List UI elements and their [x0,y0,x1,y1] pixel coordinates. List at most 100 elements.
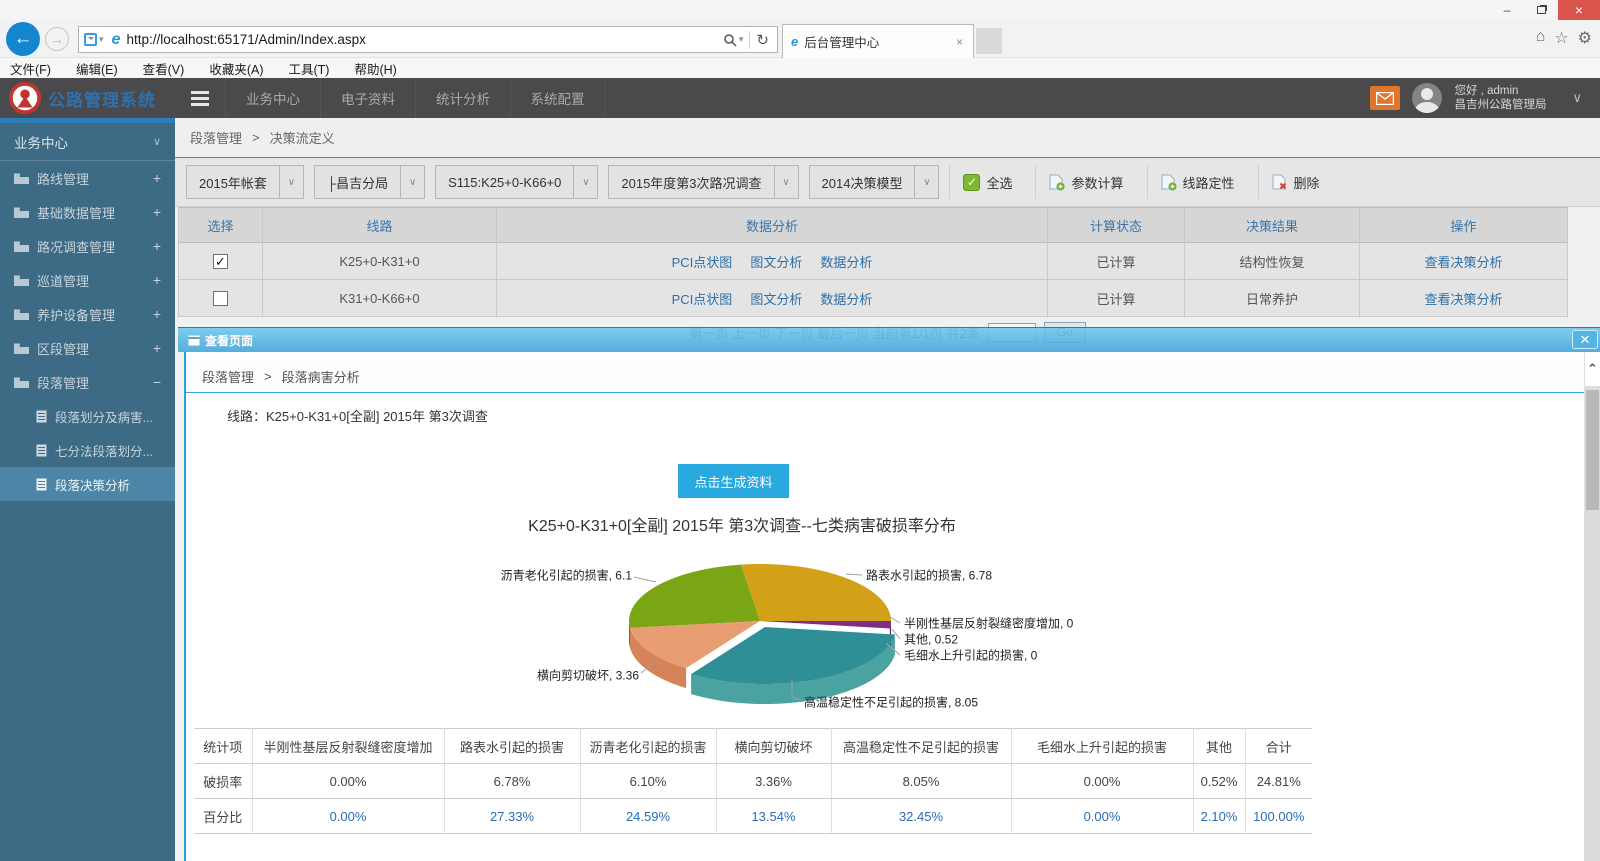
breadcrumb-current: 决策流定义 [270,128,335,147]
sidebar-item-road-survey-mgmt[interactable]: 路况调查管理+ [0,229,175,263]
pci-dot-map-link[interactable]: PCI点状图 [672,252,733,271]
expand-plus-icon[interactable]: + [153,170,161,186]
menu-view[interactable]: 查看(V) [143,59,185,78]
page-add-icon [1049,174,1065,191]
expand-plus-icon[interactable]: + [153,340,161,356]
window-restore-button[interactable] [1524,0,1558,20]
sidebar-subitem-seven-method-division[interactable]: 七分法段落划分... [0,433,175,467]
pie-label-transverse-shear: 横向剪切破坏, 3.36 [537,667,639,684]
modal-close-button[interactable]: ✕ [1572,330,1598,349]
sidebar-item-paragraph-mgmt[interactable]: 段落管理− [0,365,175,399]
chevron-down-icon: ∨ [774,166,798,198]
branch-dropdown[interactable]: ├昌吉分局∨ [314,165,425,199]
expand-plus-icon[interactable]: + [153,238,161,254]
user-avatar[interactable] [1412,83,1442,113]
hamburger-menu-icon[interactable] [175,91,225,106]
scroll-up-arrow-icon[interactable]: ⌃ [1585,352,1600,386]
select-all-button[interactable]: ✓ 全选 [949,165,1025,199]
user-menu-chevron-icon[interactable]: ∨ [1572,90,1582,106]
nav-business-center[interactable]: 业务中心 [225,78,320,118]
compatibility-view-icon[interactable]: ▾ [84,33,104,46]
collapse-minus-icon[interactable]: − [153,374,161,390]
sidebar-item-route-mgmt[interactable]: 路线管理+ [0,161,175,195]
search-icon[interactable] [723,33,737,47]
ie-logo-icon: e [112,31,121,49]
search-dropdown-caret[interactable]: ▾ [739,34,744,45]
scrollbar-thumb[interactable] [1586,390,1599,510]
stats-percentage-row: 百分比 0.00% 27.33% 24.59% 13.54% 32.45% 0.… [194,799,1312,834]
sidebar-subitem-decision-analysis[interactable]: 段落决策分析 [0,467,175,501]
data-analysis-link[interactable]: 数据分析 [820,252,872,271]
sidebar-item-maintenance-equipment[interactable]: 养护设备管理+ [0,297,175,331]
document-icon [36,444,47,457]
nav-electronic-data[interactable]: 电子资料 [320,78,415,118]
stats-header-row: 统计项 半刚性基层反射裂缝密度增加 路表水引起的损害 沥青老化引起的损害 横向剪… [194,729,1312,764]
modal-titlebar[interactable]: 查看页面 ✕ [178,328,1600,352]
tab-title: 后台管理中心 [804,32,954,51]
page-icon [188,335,200,346]
breadcrumb-parent[interactable]: 段落管理 [190,128,242,147]
address-bar[interactable]: ▾ e http://localhost:65171/Admin/Index.a… [78,26,778,53]
decision-model-dropdown[interactable]: 2014决策模型∨ [809,165,940,199]
nav-system-config[interactable]: 系统配置 [510,78,605,118]
route-dropdown[interactable]: S115:K25+0-K66+0∨ [435,165,598,199]
folder-icon [14,241,29,252]
delete-button[interactable]: 删除 [1258,165,1333,199]
modal-breadcrumb-current: 段落病害分析 [282,367,360,386]
line-cell: K25+0-K31+0 [263,243,497,280]
menu-favorites[interactable]: 收藏夹(A) [209,59,263,78]
parameter-calc-button[interactable]: 参数计算 [1035,165,1136,199]
graphic-analysis-link[interactable]: 图文分析 [750,289,802,308]
graphic-analysis-link[interactable]: 图文分析 [750,252,802,271]
expand-plus-icon[interactable]: + [153,272,161,288]
url-text[interactable]: http://localhost:65171/Admin/Index.aspx [126,32,365,47]
folder-icon [14,173,29,184]
view-decision-link[interactable]: 查看决策分析 [1424,252,1502,271]
sidebar-item-base-data-mgmt[interactable]: 基础数据管理+ [0,195,175,229]
tab-close-icon[interactable]: × [954,35,965,49]
pie-label-asphalt-aging: 沥青老化引起的损害, 6.1 [501,567,632,584]
sidebar-item-section-mgmt[interactable]: 区段管理+ [0,331,175,365]
menu-help[interactable]: 帮助(H) [354,59,396,78]
menu-file[interactable]: 文件(F) [10,59,51,78]
forward-button[interactable]: → [45,27,69,51]
survey-dropdown[interactable]: 2015年度第3次路况调查∨ [608,165,798,199]
favorites-star-icon[interactable]: ☆ [1554,28,1568,48]
menu-edit[interactable]: 编辑(E) [76,59,118,78]
sidebar-subitem-paragraph-division[interactable]: 段落划分及病害... [0,399,175,433]
scrollbar-track[interactable] [1585,386,1600,861]
view-decision-link[interactable]: 查看决策分析 [1424,289,1502,308]
nav-statistics[interactable]: 统计分析 [415,78,510,118]
sidebar-section-business-center[interactable]: 业务中心 ∨ [0,123,175,161]
pci-dot-map-link[interactable]: PCI点状图 [672,289,733,308]
page-delete-icon [1272,174,1288,191]
checkbox-checked-icon: ✓ [963,174,980,191]
col-operation: 操作 [1360,207,1568,243]
account-year-dropdown[interactable]: 2015年帐套∨ [186,165,304,199]
expand-plus-icon[interactable]: + [153,306,161,322]
document-icon [36,478,47,491]
window-close-button[interactable]: × [1558,0,1600,20]
window-minimize-button[interactable]: – [1490,0,1524,20]
settings-gear-icon[interactable]: ⚙ [1578,28,1592,48]
sidebar-item-patrol-mgmt[interactable]: 巡道管理+ [0,263,175,297]
modal-breadcrumb-parent[interactable]: 段落管理 [202,367,254,386]
home-icon[interactable]: ⌂ [1536,28,1546,48]
folder-icon [14,309,29,320]
modal-scrollbar[interactable]: ⌃ [1584,352,1600,861]
row-checkbox[interactable]: ✓ [213,254,228,269]
data-analysis-link[interactable]: 数据分析 [820,289,872,308]
line-qualitative-button[interactable]: 线路定性 [1147,165,1248,199]
page-add-icon [1161,174,1177,191]
back-button[interactable]: ← [6,22,40,56]
browser-tab[interactable]: e 后台管理中心 × [782,24,974,58]
expand-plus-icon[interactable]: + [153,204,161,220]
screen: – × ← → ▾ e http://localhost:65171/Admin… [0,0,1600,861]
mail-icon[interactable] [1370,86,1400,110]
refresh-icon[interactable]: ↻ [756,31,769,49]
menu-tools[interactable]: 工具(T) [288,59,329,78]
row-checkbox[interactable] [213,291,228,306]
generate-data-button[interactable]: 点击生成资料 [678,464,789,498]
browser-navbar: ← → ▾ e http://localhost:65171/Admin/Ind… [0,20,1600,58]
new-tab-button[interactable] [976,28,1002,54]
